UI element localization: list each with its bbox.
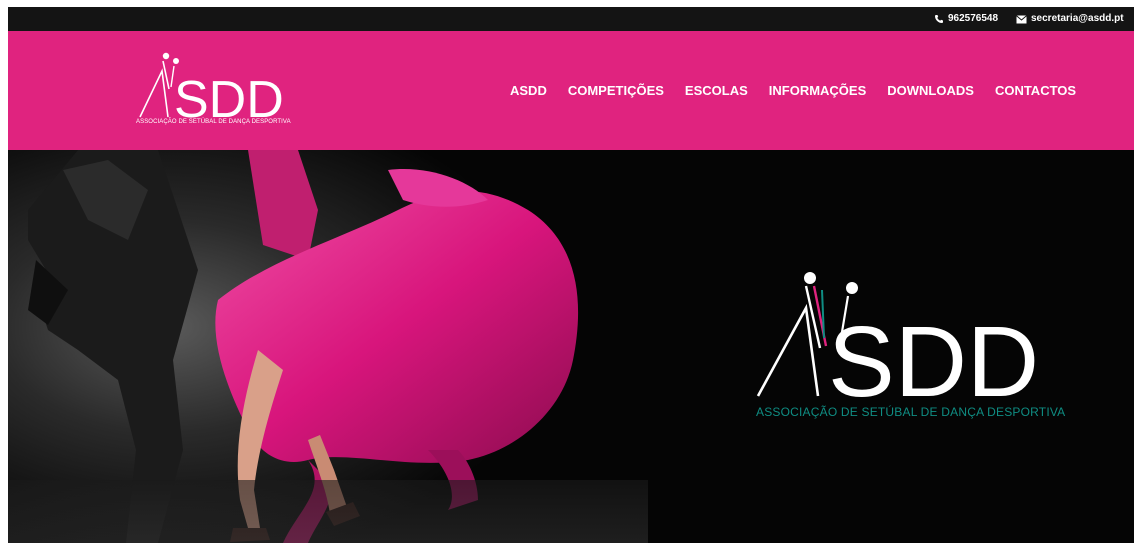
phone-number: 962576548 bbox=[948, 13, 999, 24]
hero-banner: SDD ASSOCIAÇÃO DE SETÚBAL DE DANÇA DESPO… bbox=[8, 150, 1134, 543]
main-nav: ASDD COMPETIÇÕES ESCOLAS INFORMAÇÕES DOW… bbox=[510, 31, 1097, 150]
page-frame: 962576548 secretaria@asdd.pt SDD ASSOCIA… bbox=[8, 7, 1134, 543]
top-bar: 962576548 secretaria@asdd.pt bbox=[8, 7, 1134, 31]
site-header: SDD ASSOCIAÇÃO DE SETÚBAL DE DANÇA DESPO… bbox=[8, 31, 1134, 150]
nav-item-competicoes[interactable]: COMPETIÇÕES bbox=[568, 83, 664, 98]
logo-letters: SDD bbox=[174, 71, 284, 119]
email-address: secretaria@asdd.pt bbox=[1031, 13, 1124, 24]
envelope-icon bbox=[1016, 14, 1027, 24]
hero-logo-tagline: ASSOCIAÇÃO DE SETÚBAL DE DANÇA DESPORTIV… bbox=[756, 405, 1066, 419]
hero-logo: SDD ASSOCIAÇÃO DE SETÚBAL DE DANÇA DESPO… bbox=[748, 268, 1088, 428]
nav-item-contactos[interactable]: CONTACTOS bbox=[995, 83, 1076, 98]
nav-item-downloads[interactable]: DOWNLOADS bbox=[887, 83, 974, 98]
nav-item-informacoes[interactable]: INFORMAÇÕES bbox=[769, 83, 867, 98]
phone-icon bbox=[934, 14, 944, 24]
site-logo[interactable]: SDD ASSOCIAÇÃO DE SETÚBAL DE DANÇA DESPO… bbox=[136, 47, 336, 137]
nav-item-escolas[interactable]: ESCOLAS bbox=[685, 83, 748, 98]
phone-contact[interactable]: 962576548 bbox=[934, 7, 998, 31]
nav-item-asdd[interactable]: ASDD bbox=[510, 83, 547, 98]
logo-tagline: ASSOCIAÇÃO DE SETÚBAL DE DANÇA DESPORTIV… bbox=[136, 119, 291, 125]
hero-logo-letters: SDD bbox=[828, 306, 1039, 408]
email-contact[interactable]: secretaria@asdd.pt bbox=[1016, 7, 1124, 31]
